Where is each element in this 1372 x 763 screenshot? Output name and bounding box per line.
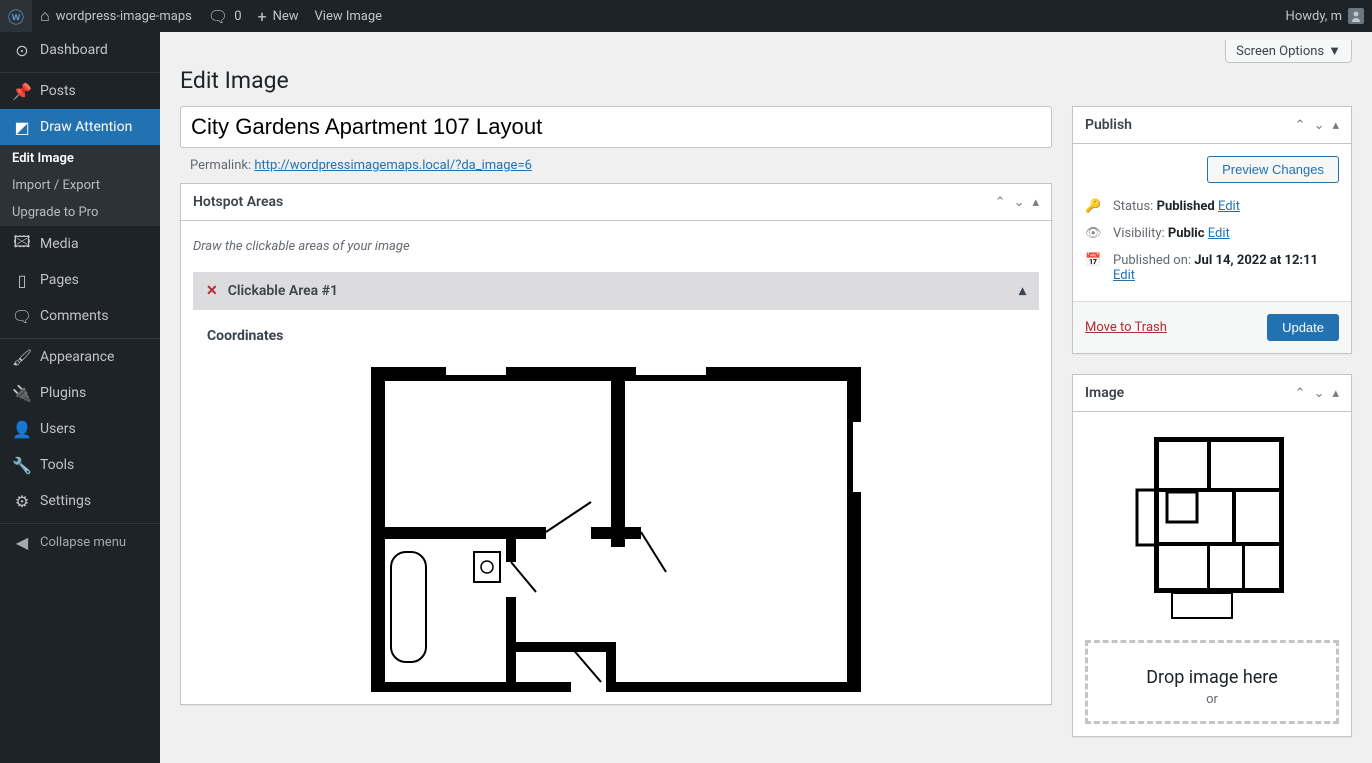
new-content-link[interactable]: + New (250, 0, 307, 32)
media-icon: 🖾 (12, 234, 32, 254)
eye-icon: 👁 (1085, 226, 1103, 241)
view-label: View Image (315, 9, 383, 24)
menu-pages[interactable]: ▯Pages (0, 262, 160, 298)
move-up-icon[interactable]: ⌃ (991, 191, 1010, 214)
hotspot-box-title: Hotspot Areas (181, 184, 295, 220)
visibility-row: Visibility: Public Edit (1113, 226, 1230, 241)
brush-icon: 🖌 (12, 347, 32, 367)
draw-attention-submenu: Edit Image Import / Export Upgrade to Pr… (0, 145, 160, 226)
permalink-row: Permalink: http://wordpressimagemaps.loc… (180, 148, 1052, 183)
edit-visibility-link[interactable]: Edit (1208, 226, 1230, 241)
collapse-icon: ◀ (12, 532, 32, 552)
image-dropzone[interactable]: Drop image here or (1085, 640, 1339, 724)
person-icon: 👤 (12, 419, 32, 439)
wrench-icon: 🔧 (12, 455, 32, 475)
image-thumbnail[interactable] (1132, 432, 1292, 622)
floorplan-canvas[interactable] (366, 362, 866, 692)
greeting: Howdy, m (1286, 9, 1342, 24)
move-down-icon[interactable]: ⌄ (1010, 191, 1029, 214)
publish-box-title: Publish (1073, 107, 1144, 143)
menu-draw-attention[interactable]: ◩Draw Attention (0, 109, 160, 145)
image-box-title: Image (1073, 375, 1136, 411)
comment-icon: 🗨 (208, 7, 228, 26)
menu-media[interactable]: 🖾Media (0, 226, 160, 262)
new-label: New (273, 9, 299, 24)
avatar-icon (1348, 8, 1364, 24)
admin-menu: ⊙Dashboard 📌Posts ◩Draw Attention Edit I… (0, 32, 160, 763)
dashboard-icon: ⊙ (12, 40, 32, 60)
image-box: Image ⌃ ⌄ ▴ (1072, 374, 1352, 737)
edit-date-link[interactable]: Edit (1113, 268, 1135, 283)
calendar-icon: 📅 (1085, 253, 1103, 268)
collapse-menu[interactable]: ◀Collapse menu (0, 524, 160, 560)
screen-options-toggle[interactable]: Screen Options▼ (1225, 40, 1352, 63)
menu-plugins[interactable]: 🔌Plugins (0, 375, 160, 411)
menu-settings[interactable]: ⚙Settings (0, 483, 160, 519)
move-to-trash-link[interactable]: Move to Trash (1085, 320, 1167, 335)
comments-count: 0 (234, 9, 241, 24)
submenu-edit-image[interactable]: Edit Image (0, 145, 160, 172)
toggle-panel-icon[interactable]: ▴ (1328, 382, 1343, 405)
coordinates-label: Coordinates (207, 328, 1025, 344)
menu-tools[interactable]: 🔧Tools (0, 447, 160, 483)
submenu-upgrade[interactable]: Upgrade to Pro (0, 199, 160, 226)
main-content: Screen Options▼ Edit Image Permalink: ht… (160, 32, 1372, 763)
pages-icon: ▯ (12, 270, 32, 290)
submenu-import-export[interactable]: Import / Export (0, 172, 160, 199)
move-up-icon[interactable]: ⌃ (1291, 382, 1310, 405)
update-button[interactable]: Update (1267, 314, 1339, 341)
comments-link[interactable]: 🗨0 (200, 0, 250, 32)
key-icon: 🔑 (1085, 199, 1103, 214)
sliders-icon: ⚙ (12, 491, 32, 511)
menu-dashboard[interactable]: ⊙Dashboard (0, 32, 160, 68)
preview-changes-button[interactable]: Preview Changes (1207, 156, 1339, 183)
pin-icon: 📌 (12, 81, 32, 101)
menu-comments[interactable]: 🗨Comments (0, 298, 160, 334)
comments-icon: 🗨 (12, 306, 32, 326)
admin-bar: ⓦ ⌂wordpress-image-maps 🗨0 +New View Ima… (0, 0, 1372, 32)
toggle-panel-icon[interactable]: ▴ (1328, 114, 1343, 137)
publish-box: Publish ⌃ ⌄ ▴ Preview Changes 🔑 (1072, 106, 1352, 354)
site-name: wordpress-image-maps (56, 9, 192, 24)
move-up-icon[interactable]: ⌃ (1291, 114, 1310, 137)
drop-text: Drop image here (1098, 667, 1326, 688)
delete-area-icon[interactable]: ✕ (206, 283, 218, 299)
hotspot-hint: Draw the clickable areas of your image (193, 233, 1039, 272)
site-name-link[interactable]: ⌂ wordpress-image-maps (32, 0, 200, 32)
move-down-icon[interactable]: ⌄ (1310, 382, 1329, 405)
wp-logo[interactable]: ⓦ (0, 0, 32, 32)
my-account[interactable]: Howdy, m (1278, 0, 1372, 32)
menu-appearance[interactable]: 🖌Appearance (0, 339, 160, 375)
plus-icon: + (258, 7, 267, 26)
permalink-label: Permalink: (190, 158, 251, 173)
post-title-input[interactable] (180, 106, 1052, 148)
draw-attention-icon: ◩ (12, 117, 32, 137)
wordpress-icon: ⓦ (8, 4, 24, 28)
clickable-area-header[interactable]: ✕ Clickable Area #1 ▴ (193, 272, 1039, 310)
plug-icon: 🔌 (12, 383, 32, 403)
published-row: Published on: Jul 14, 2022 at 12:11Edit (1113, 253, 1318, 283)
view-image-link[interactable]: View Image (307, 0, 391, 32)
caret-down-icon: ▼ (1328, 43, 1341, 59)
menu-users[interactable]: 👤Users (0, 411, 160, 447)
toggle-panel-icon[interactable]: ▴ (1028, 191, 1043, 214)
page-title: Edit Image (180, 67, 1352, 94)
home-icon: ⌂ (40, 6, 50, 26)
hotspot-areas-box: Hotspot Areas ⌃ ⌄ ▴ Draw the clickable a… (180, 183, 1052, 705)
edit-status-link[interactable]: Edit (1218, 199, 1240, 214)
or-text: or (1098, 692, 1326, 707)
collapse-area-icon[interactable]: ▴ (1019, 283, 1026, 299)
area-title: Clickable Area #1 (228, 283, 338, 299)
menu-posts[interactable]: 📌Posts (0, 73, 160, 109)
status-row: Status: Published Edit (1113, 199, 1240, 214)
permalink-url[interactable]: http://wordpressimagemaps.local/?da_imag… (254, 158, 532, 173)
move-down-icon[interactable]: ⌄ (1310, 114, 1329, 137)
